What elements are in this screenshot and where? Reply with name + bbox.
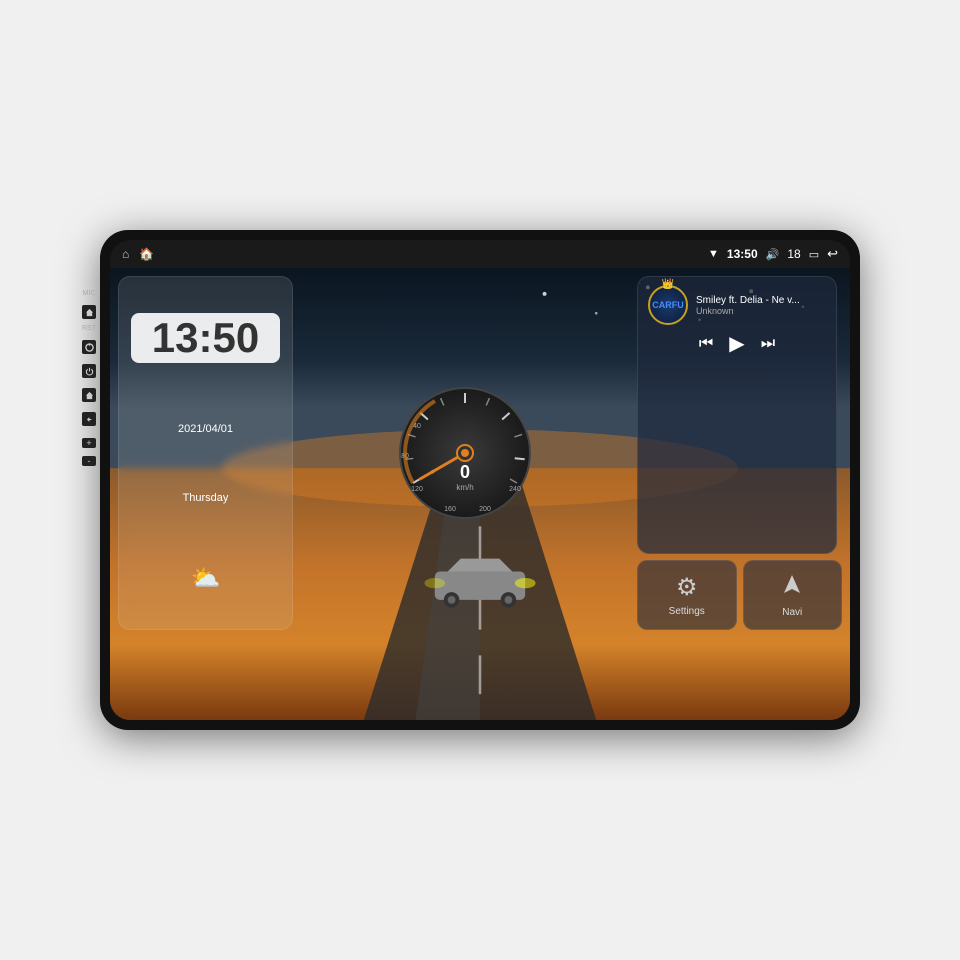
bluetooth-button[interactable]: Bluetooth (120, 654, 264, 706)
home-button-2[interactable] (82, 388, 96, 402)
house-status-icon: 🏠 (139, 247, 154, 261)
music-widget: 👑 CARFU Smiley ft. Delia - Ne v... Unkno… (637, 276, 837, 554)
bluetooth-icon (177, 654, 207, 691)
apps-button[interactable]: Apps (408, 654, 552, 706)
bluetooth-label: Bluetooth (171, 695, 213, 706)
prev-button[interactable]: ⏮ (699, 335, 713, 353)
back-button[interactable] (82, 412, 96, 426)
status-right: ▼ 13:50 🔊 18 ▭ ↩ (708, 246, 838, 262)
bottom-bar: Bluetooth Radio (110, 638, 850, 720)
equalizer-icon (753, 654, 783, 691)
navi-icon (780, 573, 804, 603)
apps-icon (465, 654, 495, 691)
home-status-icon: ⌂ (122, 247, 129, 261)
music-top: 👑 CARFU Smiley ft. Delia - Ne v... Unkno… (648, 285, 826, 325)
main-content: 13:50 2021/04/01 Thursday ⛅ (110, 268, 850, 720)
rst-button[interactable] (82, 340, 96, 354)
music-info: Smiley ft. Delia - Ne v... Unknown (696, 295, 826, 316)
svg-text:240: 240 (509, 486, 521, 493)
play-button[interactable]: ▶ (729, 331, 744, 356)
settings-navi-row: ⚙ Settings Navi (637, 560, 842, 630)
settings-icon: ⚙ (676, 573, 698, 602)
back-status-icon: ↩ (827, 246, 838, 262)
radio-label: Radio (323, 695, 349, 706)
status-time: 13:50 (727, 247, 758, 261)
equalizer-label: Equalizer (747, 695, 789, 706)
clock-day: Thursday (131, 492, 280, 504)
apps-label: Apps (469, 695, 492, 706)
radio-icon (321, 654, 351, 691)
clock-date: 2021/04/01 (131, 423, 280, 435)
screen: ⌂ 🏠 ▼ 13:50 🔊 18 ▭ ↩ (110, 240, 850, 720)
volume-down-button[interactable]: - (82, 456, 96, 466)
svg-text:km/h: km/h (456, 483, 473, 492)
music-logo-text: CARFU (652, 300, 684, 310)
video-player-icon (609, 654, 639, 691)
status-left: ⌂ 🏠 (122, 247, 154, 261)
settings-button[interactable]: ⚙ Settings (637, 560, 737, 630)
right-section: 👑 CARFU Smiley ft. Delia - Ne v... Unkno… (637, 276, 842, 630)
volume-level: 18 (787, 247, 800, 261)
navi-label: Navi (782, 607, 802, 618)
svg-text:160: 160 (444, 506, 456, 513)
svg-text:120: 120 (411, 486, 423, 493)
radio-button[interactable]: Radio (264, 654, 408, 706)
power-button[interactable] (82, 364, 96, 378)
wifi-icon: ▼ (708, 248, 719, 260)
settings-label: Settings (669, 606, 705, 617)
video-player-button[interactable]: Video Player (552, 654, 696, 706)
mic-label: MIC (83, 290, 96, 297)
clock-time-display: 13:50 (131, 313, 280, 363)
equalizer-button[interactable]: Equalizer (696, 654, 840, 706)
next-button[interactable]: ⏭ (761, 335, 775, 353)
speedometer-area: 0 40 80 120 160 200 240 (301, 276, 629, 630)
crown-icon: 👑 (662, 279, 674, 290)
status-bar: ⌂ 🏠 ▼ 13:50 🔊 18 ▭ ↩ (110, 240, 850, 268)
svg-text:0: 0 (460, 462, 470, 482)
weather-icon: ⛅ (131, 564, 280, 593)
rst-label: RST (82, 325, 96, 332)
svg-text:200: 200 (479, 506, 491, 513)
car-head-unit: MIC RST + - ⌂ 🏠 ▼ 13:50 (100, 230, 860, 730)
speedometer-gauge: 0 40 80 120 160 200 240 (395, 383, 535, 523)
music-title: Smiley ft. Delia - Ne v... (696, 295, 826, 306)
volume-up-button[interactable]: + (82, 438, 96, 448)
clock-widget: 13:50 2021/04/01 Thursday ⛅ (118, 276, 293, 630)
video-player-label: Video Player (596, 695, 653, 706)
music-logo: 👑 CARFU (648, 285, 688, 325)
music-artist: Unknown (696, 306, 826, 316)
home-side-button[interactable] (82, 305, 96, 319)
volume-icon: 🔊 (766, 248, 780, 261)
navi-button[interactable]: Navi (743, 560, 843, 630)
side-buttons: MIC RST + - (82, 290, 96, 466)
battery-icon: ▭ (809, 248, 819, 261)
music-controls: ⏮ ▶ ⏭ (648, 331, 826, 356)
